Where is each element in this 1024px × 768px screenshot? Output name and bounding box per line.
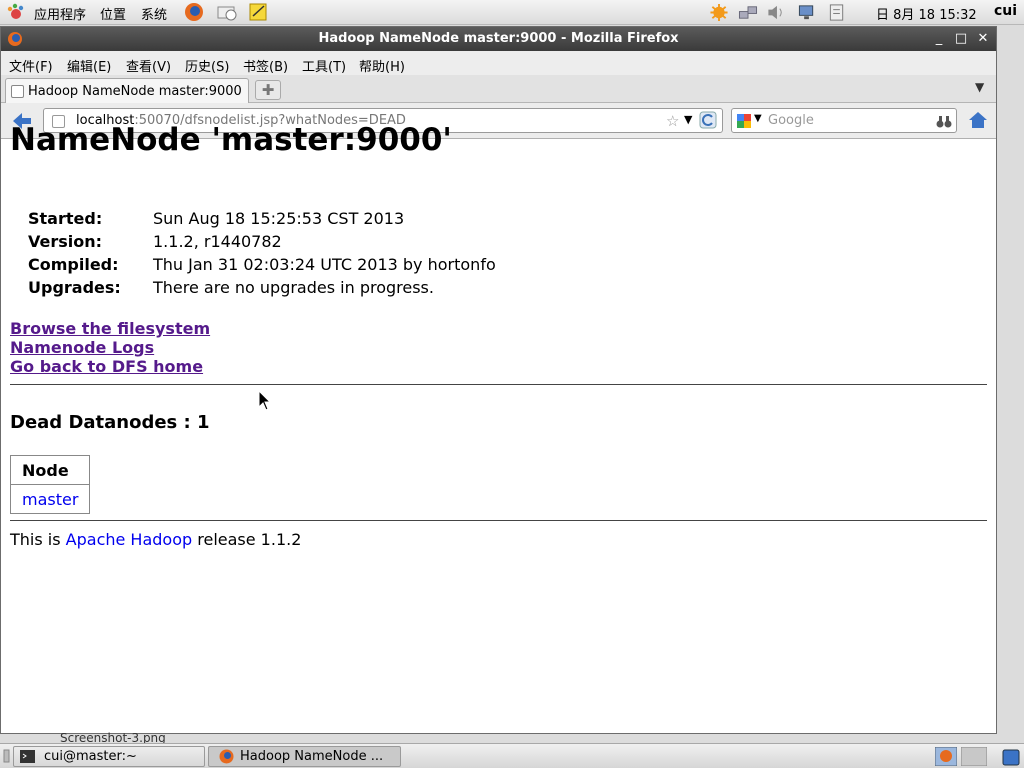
minimize-button[interactable]: _	[931, 31, 947, 47]
window-title: Hadoop NameNode master:9000 - Mozilla Fi…	[318, 31, 679, 46]
footer: This is Apache Hadoop release 1.1.2	[10, 530, 301, 549]
menu-bookmarks[interactable]: 书签(B)	[243, 56, 288, 75]
reload-icon[interactable]	[699, 111, 717, 129]
menu-help[interactable]: 帮助(H)	[359, 56, 405, 75]
tab-bar: Hadoop NameNode master:9000 ✚ ▼	[1, 75, 996, 103]
search-input[interactable]: Google	[768, 113, 814, 128]
notes-launcher-icon[interactable]	[248, 2, 270, 22]
search-binoculars-icon[interactable]	[936, 113, 952, 129]
browse-filesystem-link[interactable]: Browse the filesystem	[10, 319, 210, 338]
url-history-dropdown-icon[interactable]: ▼	[684, 113, 692, 126]
menu-file[interactable]: 文件(F)	[9, 56, 53, 75]
show-desktop-icon[interactable]	[3, 749, 10, 763]
title-bar[interactable]: Hadoop NameNode master:9000 - Mozilla Fi…	[1, 27, 996, 51]
bookmark-star-icon[interactable]: ☆	[666, 112, 679, 130]
workspace-1-icon[interactable]	[935, 747, 957, 766]
menu-tools[interactable]: 工具(T)	[302, 56, 346, 75]
menu-edit[interactable]: 编辑(E)	[67, 56, 111, 75]
home-button[interactable]	[967, 110, 989, 130]
dead-datanodes-heading: Dead Datanodes : 1	[10, 412, 210, 433]
top-panel: 应用程序 位置 系统 日 8月 18 15:32 cui	[0, 0, 1024, 25]
info-key: Started:	[28, 209, 103, 228]
clipboard-icon[interactable]	[826, 3, 848, 22]
task-label: Hadoop NameNode ...	[240, 749, 384, 764]
footer-prefix: This is	[10, 530, 66, 549]
node-link-master[interactable]: master	[22, 490, 78, 509]
network-icon[interactable]	[737, 3, 759, 22]
search-bar[interactable]: ▼ Google	[731, 108, 957, 133]
task-label: cui@master:~	[44, 749, 137, 764]
namenode-info-table: Started: Sun Aug 18 15:25:53 CST 2013 Ver…	[28, 209, 496, 301]
bottom-panel: cui@master:~ Hadoop NameNode ...	[0, 743, 1024, 768]
nav-links: Browse the filesystem Namenode Logs Go b…	[10, 319, 210, 376]
new-tab-button[interactable]: ✚	[255, 80, 281, 100]
firefox-launcher-icon[interactable]	[183, 2, 205, 22]
menu-history[interactable]: 历史(S)	[185, 56, 229, 75]
task-terminal[interactable]: cui@master:~	[13, 746, 205, 767]
volume-icon[interactable]	[765, 3, 787, 22]
task-firefox[interactable]: Hadoop NameNode ...	[208, 746, 401, 767]
system-menu[interactable]: 系统	[141, 4, 167, 23]
menu-bar: 文件(F) 编辑(E) 查看(V) 历史(S) 书签(B) 工具(T) 帮助(H…	[1, 51, 996, 75]
footer-suffix: release 1.1.2	[192, 530, 302, 549]
table-row: master	[9, 484, 91, 514]
trash-icon[interactable]	[1000, 747, 1022, 766]
tab-label: Hadoop NameNode master:9000	[28, 84, 242, 99]
tab-hadoop-namenode[interactable]: Hadoop NameNode master:9000	[5, 78, 249, 103]
workspace-2-icon[interactable]	[961, 747, 987, 766]
page-title: NameNode 'master:9000'	[10, 122, 452, 158]
user-name[interactable]: cui	[994, 3, 1017, 19]
namenode-logs-link[interactable]: Namenode Logs	[10, 338, 210, 357]
menu-view[interactable]: 查看(V)	[126, 56, 171, 75]
tab-list-chevron-icon[interactable]: ▼	[975, 80, 984, 94]
info-value: Sun Aug 18 15:25:53 CST 2013	[153, 209, 405, 228]
info-row: Upgrades: There are no upgrades in progre…	[28, 278, 496, 301]
places-menu[interactable]: 位置	[100, 4, 126, 23]
divider	[10, 384, 987, 385]
table-header-row: Node	[9, 455, 91, 485]
close-button[interactable]: ✕	[975, 31, 991, 47]
apache-hadoop-link[interactable]: Apache Hadoop	[66, 530, 193, 549]
update-notifier-icon[interactable]	[708, 3, 730, 22]
firefox-task-icon	[219, 749, 234, 764]
engine-dropdown-icon[interactable]: ▼	[754, 113, 762, 124]
dead-nodes-table: Node master	[9, 455, 91, 514]
info-row: Started: Sun Aug 18 15:25:53 CST 2013	[28, 209, 496, 232]
mouse-cursor-icon	[258, 390, 272, 411]
mail-launcher-icon[interactable]	[216, 2, 238, 22]
display-icon[interactable]	[796, 3, 818, 22]
gnome-foot-icon[interactable]	[6, 3, 26, 23]
clock[interactable]: 日 8月 18 15:32	[876, 4, 977, 23]
dfs-home-link[interactable]: Go back to DFS home	[10, 357, 210, 376]
maximize-button[interactable]: □	[953, 31, 969, 47]
google-engine-icon[interactable]	[736, 113, 752, 129]
info-row: Version: 1.1.2, r1440782	[28, 232, 496, 255]
info-key: Version:	[28, 232, 103, 251]
info-row: Compiled: Thu Jan 31 02:03:24 UTC 2013 by…	[28, 255, 496, 278]
applications-menu[interactable]: 应用程序	[34, 4, 86, 23]
node-cell: master	[9, 484, 91, 514]
info-key: Compiled:	[28, 255, 119, 274]
divider	[10, 520, 987, 521]
info-key: Upgrades:	[28, 278, 121, 297]
info-value: 1.1.2, r1440782	[153, 232, 282, 251]
column-header-node: Node	[9, 455, 91, 485]
page-icon	[11, 85, 24, 98]
info-value: Thu Jan 31 02:03:24 UTC 2013 by hortonfo	[153, 255, 496, 274]
info-value: There are no upgrades in progress.	[153, 278, 434, 297]
terminal-icon	[20, 750, 35, 763]
